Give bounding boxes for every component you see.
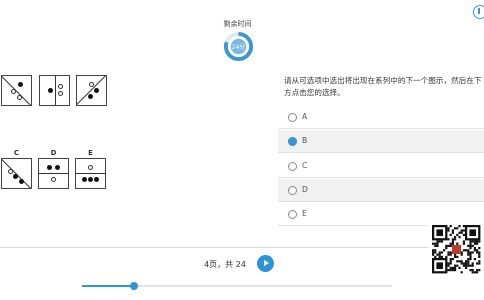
answer-label-e: E: [88, 149, 93, 157]
option-letter: E: [302, 209, 307, 218]
progress-slider-fill: [82, 285, 134, 287]
answer-label-d: D: [50, 149, 57, 157]
option-letter: B: [302, 136, 308, 145]
answer-figure-d: [38, 158, 69, 189]
qr-code-image: [428, 219, 484, 291]
question-text: 请从可选项中选出将出现在系列中的下一个图示，然后在下方点击您的选择。: [284, 76, 482, 97]
option-letter: C: [302, 161, 308, 170]
progress-slider-thumb[interactable]: [130, 282, 138, 290]
answer-figure-c: [1, 158, 32, 189]
radio-button[interactable]: [288, 186, 297, 195]
answer-label-c: C: [13, 149, 20, 157]
radio-button[interactable]: [288, 113, 297, 122]
radio-button[interactable]: [288, 137, 297, 146]
radio-button[interactable]: [288, 210, 297, 219]
option-letter: A: [302, 112, 308, 121]
timer-label: 剩余时间: [223, 20, 252, 28]
option-letter: D: [302, 185, 308, 194]
page-indicator: 4页，共 24: [204, 260, 246, 269]
play-icon[interactable]: [257, 255, 274, 272]
option-a[interactable]: A: [278, 106, 484, 129]
option-d[interactable]: D: [278, 179, 484, 202]
sequence-figure-1: [1, 75, 32, 106]
sequence-figure-3: [76, 75, 107, 106]
answer-figure-e: [75, 158, 106, 189]
timer-value: 24分: [231, 44, 246, 51]
radio-button[interactable]: [288, 162, 297, 171]
option-b[interactable]: B: [278, 130, 484, 153]
info-icon[interactable]: [473, 5, 484, 19]
option-c[interactable]: C: [278, 155, 484, 178]
sequence-figure-2: [39, 75, 70, 106]
footer-divider: [0, 247, 484, 248]
